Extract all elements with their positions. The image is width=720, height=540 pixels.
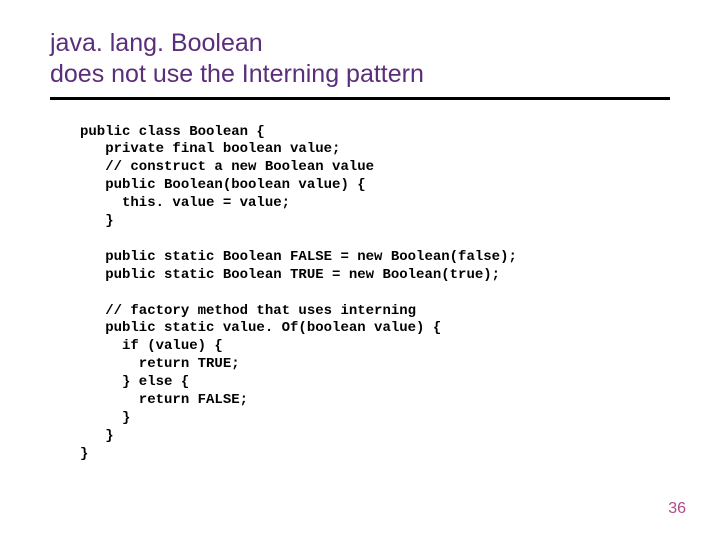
slide: java. lang. Boolean does not use the Int… bbox=[0, 0, 720, 540]
page-number: 36 bbox=[668, 500, 686, 518]
slide-title: java. lang. Boolean does not use the Int… bbox=[50, 28, 670, 91]
title-line-1: java. lang. Boolean bbox=[50, 29, 263, 57]
title-line-2: does not use the Interning pattern bbox=[50, 60, 424, 88]
title-divider bbox=[50, 97, 670, 100]
code-block: public class Boolean { private final boo… bbox=[80, 124, 670, 464]
